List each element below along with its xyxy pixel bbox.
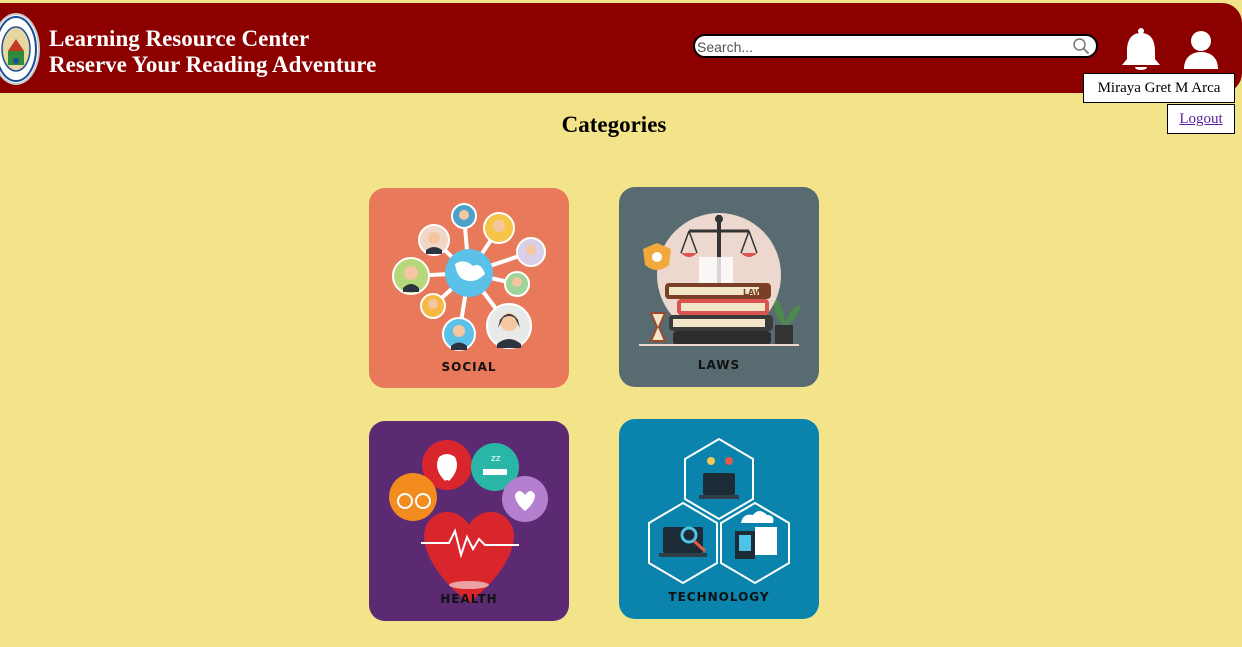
search-bar — [693, 34, 1098, 58]
category-card-social[interactable]: SOCIAL — [369, 188, 569, 388]
svg-text:zz: zz — [491, 454, 501, 464]
search-icon[interactable] — [1072, 37, 1090, 55]
category-label-health: HEALTH — [440, 592, 498, 606]
site-title-line1: Learning Resource Center — [49, 26, 310, 51]
category-card-laws[interactable]: LAW LAWS — [619, 187, 819, 387]
top-header: Learning Resource Center Reserve Your Re… — [0, 3, 1242, 93]
category-card-health[interactable]: zz HEALTH — [369, 421, 569, 621]
user-name-label: Miraya Gret M Arca — [1083, 73, 1235, 103]
category-card-technology[interactable]: TECHNOLOGY — [619, 419, 819, 619]
category-label-laws: LAWS — [697, 358, 741, 372]
category-label-technology: TECHNOLOGY — [668, 590, 770, 604]
bell-icon[interactable] — [1118, 27, 1164, 73]
technology-hexagon-icon — [648, 437, 790, 585]
college-seal-logo — [0, 13, 40, 85]
svg-text:LAW: LAW — [743, 288, 763, 297]
site-title-line2: Reserve Your Reading Adventure — [49, 52, 377, 77]
health-heart-icon: zz — [389, 440, 548, 603]
page-title: Categories — [561, 112, 667, 137]
user-icon[interactable] — [1180, 29, 1222, 71]
search-input[interactable] — [697, 38, 1067, 56]
social-network-icon — [392, 203, 546, 351]
law-scales-icon: LAW — [639, 213, 801, 346]
category-label-social: SOCIAL — [441, 360, 497, 374]
